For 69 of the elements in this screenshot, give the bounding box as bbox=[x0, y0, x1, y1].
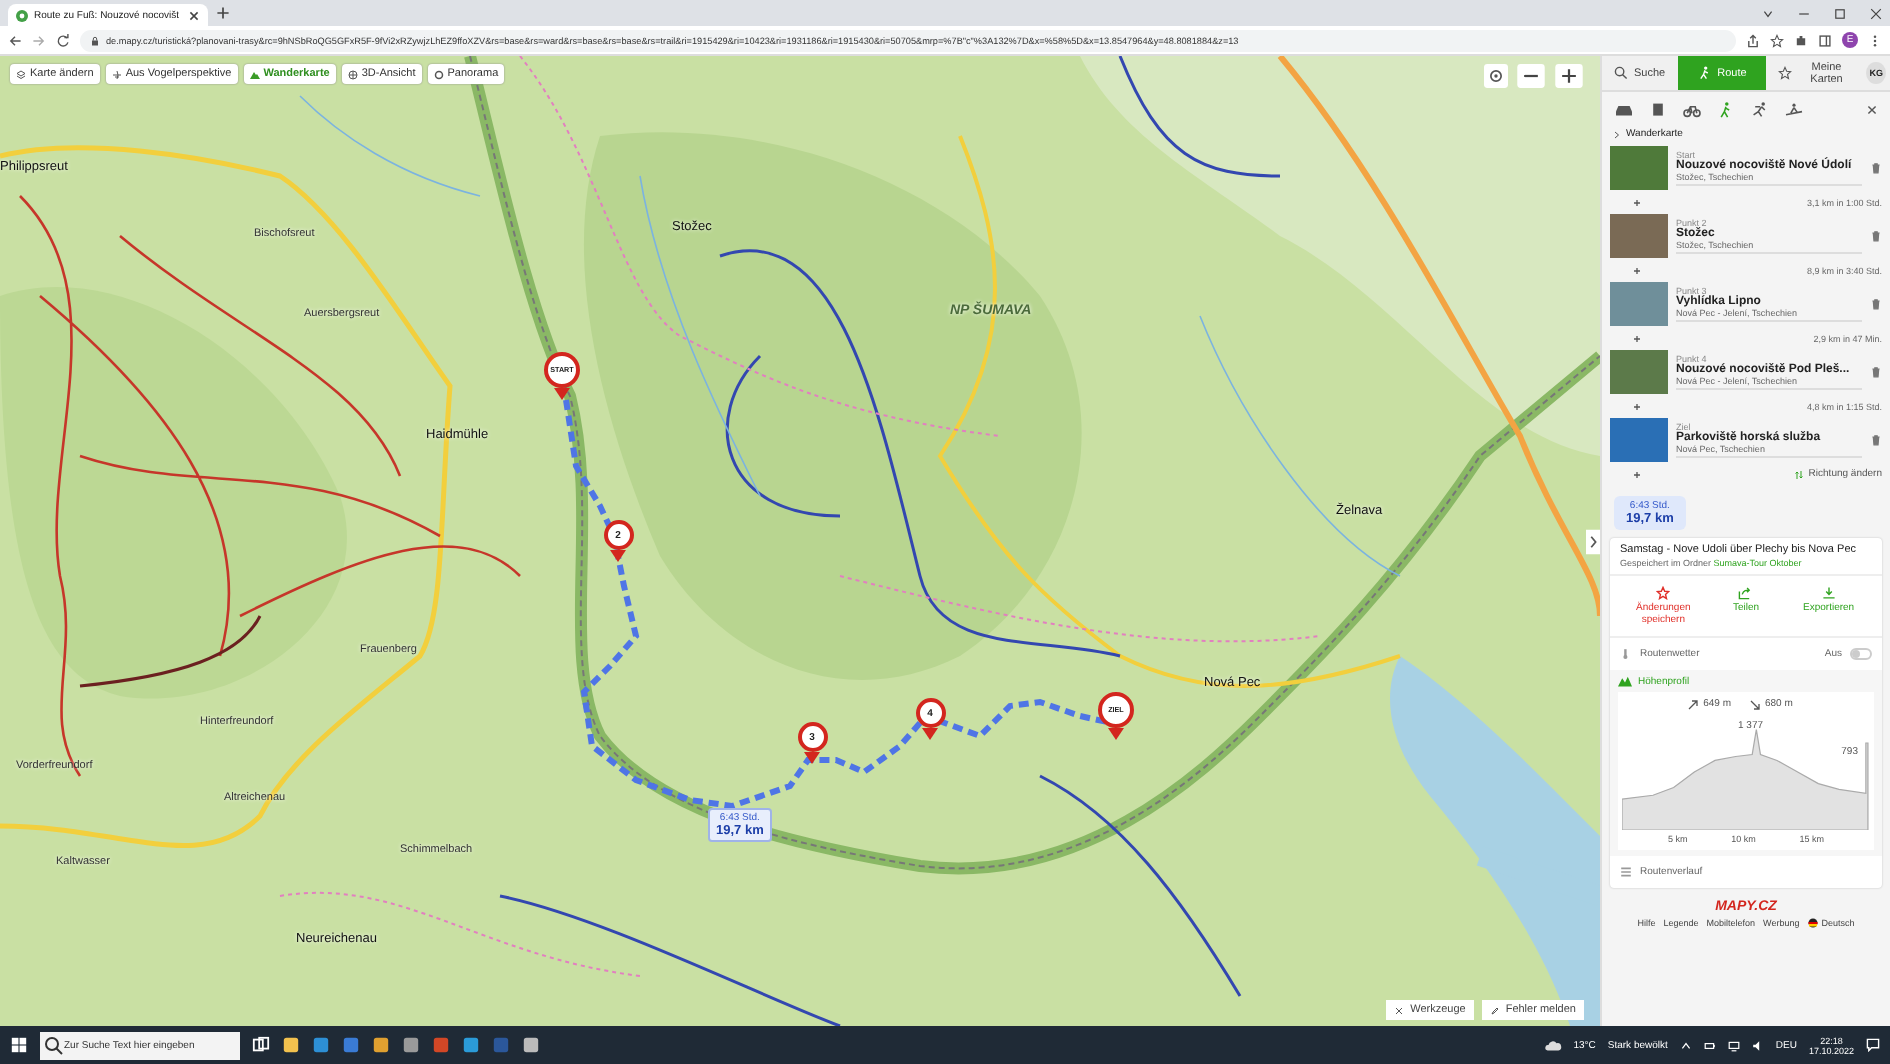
photo-placeholder bbox=[1610, 214, 1668, 258]
network-icon[interactable] bbox=[1727, 1039, 1740, 1051]
chevron-up-icon[interactable] bbox=[1679, 1039, 1692, 1051]
close-icon[interactable] bbox=[1870, 7, 1882, 19]
plus-icon[interactable] bbox=[1632, 469, 1642, 479]
sidebar-icon[interactable] bbox=[1818, 33, 1832, 47]
favicon-icon bbox=[16, 9, 28, 21]
lock-icon bbox=[90, 35, 100, 45]
battery-icon[interactable] bbox=[1703, 1039, 1716, 1051]
close-icon[interactable] bbox=[188, 9, 200, 21]
plus-icon[interactable] bbox=[1632, 333, 1642, 343]
back-arrow-icon[interactable] bbox=[8, 33, 22, 47]
maximize-icon[interactable] bbox=[1834, 7, 1846, 19]
star-icon[interactable] bbox=[1770, 33, 1784, 47]
cloud-icon[interactable] bbox=[1543, 1036, 1562, 1054]
zoom-in-icon[interactable] bbox=[1554, 64, 1584, 88]
wrench-icon bbox=[1394, 1005, 1405, 1015]
minimize-icon[interactable] bbox=[1798, 7, 1810, 19]
new-tab-icon[interactable] bbox=[216, 6, 230, 20]
plus-icon[interactable] bbox=[1632, 401, 1642, 411]
trash-icon[interactable] bbox=[1870, 162, 1882, 174]
layers-icon bbox=[16, 69, 26, 79]
plus-icon[interactable] bbox=[1632, 265, 1642, 275]
trash-icon[interactable] bbox=[1870, 230, 1882, 242]
mountain-icon bbox=[1618, 674, 1632, 688]
descent-icon bbox=[1749, 699, 1759, 709]
mountain-icon bbox=[249, 69, 260, 79]
plus-icon[interactable] bbox=[1632, 197, 1642, 207]
flag-icon bbox=[1807, 918, 1818, 928]
trash-icon[interactable] bbox=[1870, 366, 1882, 378]
share-icon bbox=[1738, 586, 1753, 600]
share-icon[interactable] bbox=[1746, 33, 1760, 47]
bicycle-icon[interactable] bbox=[1682, 102, 1702, 118]
photo-placeholder bbox=[1610, 282, 1668, 326]
search-icon bbox=[1614, 66, 1628, 80]
car-icon[interactable] bbox=[1614, 102, 1634, 118]
globe-icon bbox=[347, 69, 358, 79]
reload-icon[interactable] bbox=[56, 33, 70, 47]
notification-icon[interactable] bbox=[1866, 1038, 1880, 1052]
ascent-icon bbox=[1687, 699, 1698, 709]
star-icon bbox=[1656, 586, 1671, 600]
speaker-icon[interactable] bbox=[1751, 1039, 1764, 1051]
download-icon bbox=[1821, 586, 1836, 600]
close-icon[interactable] bbox=[1866, 104, 1878, 116]
swap-icon bbox=[1794, 469, 1805, 479]
star-icon bbox=[1778, 66, 1793, 80]
thermometer-icon bbox=[1620, 648, 1632, 660]
walker-icon bbox=[1697, 66, 1712, 80]
toggle-switch[interactable] bbox=[1850, 648, 1872, 660]
pencil-icon bbox=[1489, 1005, 1500, 1015]
locate-icon[interactable] bbox=[1484, 64, 1508, 88]
trash-icon[interactable] bbox=[1870, 298, 1882, 310]
search-icon[interactable] bbox=[40, 1031, 64, 1059]
caret-icon[interactable] bbox=[1762, 7, 1774, 19]
more-icon[interactable] bbox=[1868, 33, 1882, 47]
chevron-right-icon[interactable] bbox=[1586, 528, 1600, 556]
list-icon bbox=[1620, 866, 1632, 878]
bus-icon[interactable] bbox=[1648, 102, 1668, 118]
photo-placeholder bbox=[1610, 350, 1668, 394]
runner-icon[interactable] bbox=[1750, 102, 1770, 118]
trash-icon[interactable] bbox=[1870, 434, 1882, 446]
windows-start-icon[interactable] bbox=[10, 1036, 28, 1054]
skier-icon[interactable] bbox=[1784, 102, 1804, 118]
panorama-icon bbox=[433, 69, 444, 79]
task-view-icon[interactable] bbox=[252, 1036, 270, 1054]
photo-placeholder bbox=[1610, 418, 1668, 462]
photo-placeholder bbox=[1610, 146, 1668, 190]
chevron-right-icon[interactable] bbox=[1612, 129, 1622, 139]
zoom-out-icon[interactable] bbox=[1516, 64, 1546, 88]
